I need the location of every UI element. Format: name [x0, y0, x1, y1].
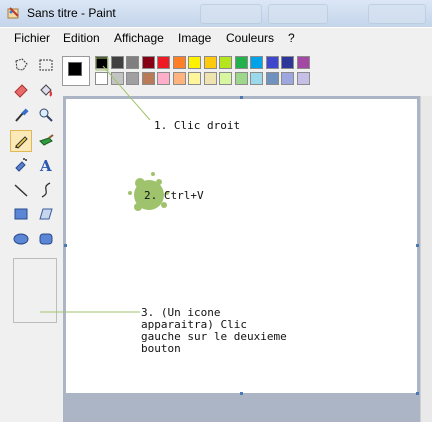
- vertical-scrollbar[interactable]: [420, 96, 432, 422]
- palette-swatch[interactable]: [126, 56, 139, 69]
- menu-help[interactable]: ?: [288, 31, 295, 45]
- pencil-icon[interactable]: [10, 130, 32, 152]
- palette-swatch[interactable]: [188, 72, 201, 85]
- palette-swatch[interactable]: [250, 72, 263, 85]
- menu-couleurs[interactable]: Couleurs: [226, 31, 274, 45]
- resize-handle[interactable]: [64, 244, 67, 247]
- palette-swatch[interactable]: [110, 56, 124, 69]
- ghost-tab: [200, 4, 262, 24]
- menu-bar: Fichier Edition Affichage Image Couleurs…: [0, 27, 432, 49]
- rounded-rect-icon[interactable]: [36, 229, 56, 249]
- palette-swatch[interactable]: [172, 56, 186, 69]
- palette-swatch[interactable]: [219, 56, 232, 69]
- palette-swatch[interactable]: [265, 56, 279, 69]
- palette-swatch[interactable]: [296, 72, 310, 85]
- palette-swatch[interactable]: [250, 56, 263, 69]
- palette-swatch[interactable]: [281, 72, 294, 85]
- palette-swatch[interactable]: [172, 72, 186, 85]
- polygon-icon[interactable]: [36, 204, 56, 224]
- menu-edition[interactable]: Edition: [63, 31, 100, 45]
- line-icon[interactable]: [11, 180, 31, 200]
- rectangle-icon[interactable]: [11, 204, 31, 224]
- palette-swatch[interactable]: [296, 56, 310, 69]
- svg-text:A: A: [39, 157, 52, 175]
- text-icon[interactable]: A: [36, 155, 56, 175]
- ghost-tab: [268, 4, 328, 24]
- palette-swatch[interactable]: [188, 56, 201, 69]
- palette-swatch[interactable]: [219, 72, 232, 85]
- tool-options-box[interactable]: [13, 258, 57, 323]
- palette-swatch[interactable]: [126, 72, 139, 85]
- ghost-tab: [368, 4, 426, 24]
- resize-handle[interactable]: [416, 244, 419, 247]
- color-picker-icon[interactable]: [11, 105, 31, 125]
- palette-swatch[interactable]: [110, 72, 124, 85]
- resize-handle[interactable]: [416, 392, 419, 395]
- annotation-step3: 3. (Un icone apparaitra) Clic gauche sur…: [141, 306, 287, 355]
- palette-swatch[interactable]: [95, 56, 108, 69]
- ellipse-icon[interactable]: [11, 229, 31, 249]
- brush-icon[interactable]: [36, 130, 56, 150]
- resize-handle[interactable]: [240, 96, 243, 99]
- annotation-step1: 1. Clic droit: [154, 119, 241, 132]
- palette-swatch[interactable]: [281, 56, 294, 69]
- palette-swatch[interactable]: [234, 56, 248, 69]
- paint-app-icon: [7, 7, 19, 19]
- airbrush-icon[interactable]: [11, 155, 31, 175]
- title-bar: Sans titre - Paint: [0, 0, 432, 27]
- menu-image[interactable]: Image: [178, 31, 211, 45]
- palette-swatch[interactable]: [203, 56, 217, 69]
- palette-swatch[interactable]: [265, 72, 279, 85]
- foreground-color[interactable]: [68, 62, 82, 76]
- annotation-step2: 2. Ctrl+V: [144, 189, 204, 202]
- palette-swatch[interactable]: [203, 72, 217, 85]
- menu-fichier[interactable]: Fichier: [14, 31, 50, 45]
- window-title: Sans titre - Paint: [27, 6, 116, 20]
- menu-affichage[interactable]: Affichage: [114, 31, 164, 45]
- palette-swatch[interactable]: [95, 72, 108, 85]
- free-select-icon[interactable]: [11, 55, 31, 75]
- palette-swatch[interactable]: [141, 56, 155, 69]
- resize-handle[interactable]: [240, 392, 243, 395]
- palette-swatch[interactable]: [157, 56, 170, 69]
- curve-icon[interactable]: [36, 180, 56, 200]
- current-colors[interactable]: [62, 56, 90, 86]
- palette-swatch[interactable]: [141, 72, 155, 85]
- magnifier-icon[interactable]: [36, 105, 56, 125]
- fill-bucket-icon[interactable]: [36, 80, 56, 100]
- eraser-icon[interactable]: [11, 80, 31, 100]
- rect-select-icon[interactable]: [36, 55, 56, 75]
- palette-swatch[interactable]: [157, 72, 170, 85]
- palette-swatch[interactable]: [234, 72, 248, 85]
